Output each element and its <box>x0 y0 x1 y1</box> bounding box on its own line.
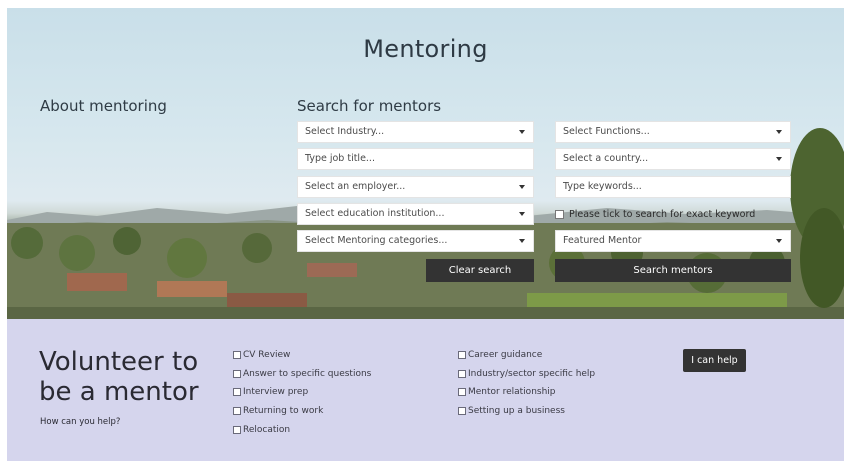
employer-select-value: Select an employer... <box>305 181 406 192</box>
mentoring-categories-select[interactable]: Select Mentoring categories... <box>297 230 534 252</box>
job-title-input[interactable]: Type job title... <box>297 148 534 170</box>
option-checkbox[interactable] <box>458 407 466 415</box>
volunteer-subtitle: How can you help? <box>40 417 121 427</box>
i-can-help-button[interactable]: I can help <box>683 349 746 372</box>
featured-mentor-value: Featured Mentor <box>563 235 642 246</box>
tree-foreground <box>790 128 844 308</box>
keywords-input[interactable]: Type keywords... <box>555 176 791 198</box>
mentoring-categories-value: Select Mentoring categories... <box>305 235 448 246</box>
help-option-returning-to-work[interactable]: Returning to work <box>233 406 323 416</box>
about-mentoring-link[interactable]: About mentoring <box>40 97 167 115</box>
help-option-cv-review[interactable]: CV Review <box>233 350 290 360</box>
chevron-down-icon <box>776 239 782 243</box>
chevron-down-icon <box>519 239 525 243</box>
option-checkbox[interactable] <box>233 351 241 359</box>
keywords-placeholder: Type keywords... <box>563 181 642 192</box>
option-label: Setting up a business <box>468 406 565 416</box>
option-label: Career guidance <box>468 350 543 360</box>
chevron-down-icon <box>519 130 525 134</box>
employer-select[interactable]: Select an employer... <box>297 176 534 198</box>
chevron-down-icon <box>776 130 782 134</box>
help-option-interview-prep[interactable]: Interview prep <box>233 387 308 397</box>
job-title-placeholder: Type job title... <box>305 153 375 164</box>
exact-keyword-label: Please tick to search for exact keyword <box>569 209 756 220</box>
help-option-setting-up-business[interactable]: Setting up a business <box>458 406 565 416</box>
option-checkbox[interactable] <box>458 351 466 359</box>
option-label: Answer to specific questions <box>243 369 372 379</box>
option-label: Relocation <box>243 425 291 435</box>
search-heading: Search for mentors <box>297 97 442 115</box>
volunteer-section: Volunteer to be a mentor How can you hel… <box>7 319 844 461</box>
help-option-industry-specific[interactable]: Industry/sector specific help <box>458 369 595 379</box>
clear-search-button[interactable]: Clear search <box>426 259 534 282</box>
featured-mentor-select[interactable]: Featured Mentor <box>555 230 791 252</box>
option-checkbox[interactable] <box>233 370 241 378</box>
volunteer-title-line2: be a mentor <box>39 377 199 407</box>
exact-keyword-checkbox[interactable] <box>555 210 564 219</box>
option-checkbox[interactable] <box>233 388 241 396</box>
functions-select-value: Select Functions... <box>563 126 650 137</box>
help-option-career-guidance[interactable]: Career guidance <box>458 350 542 360</box>
functions-select[interactable]: Select Functions... <box>555 121 791 143</box>
education-select[interactable]: Select education institution... <box>297 203 534 225</box>
option-checkbox[interactable] <box>458 370 466 378</box>
search-mentors-button[interactable]: Search mentors <box>555 259 791 282</box>
option-checkbox[interactable] <box>458 388 466 396</box>
country-select-value: Select a country... <box>563 153 649 164</box>
exact-keyword-option[interactable]: Please tick to search for exact keyword <box>555 209 755 220</box>
volunteer-title: Volunteer to be a mentor <box>39 347 199 407</box>
option-label: Mentor relationship <box>468 387 556 397</box>
chevron-down-icon <box>776 157 782 161</box>
hero-banner: Mentoring About mentoring Search for men… <box>7 8 844 319</box>
help-option-relocation[interactable]: Relocation <box>233 425 290 435</box>
industry-select-value: Select Industry... <box>305 126 385 137</box>
chevron-down-icon <box>519 185 525 189</box>
education-select-value: Select education institution... <box>305 208 445 219</box>
chevron-down-icon <box>519 212 525 216</box>
help-option-mentor-relationship[interactable]: Mentor relationship <box>458 387 556 397</box>
option-label: CV Review <box>243 350 291 360</box>
industry-select[interactable]: Select Industry... <box>297 121 534 143</box>
help-option-specific-questions[interactable]: Answer to specific questions <box>233 369 371 379</box>
page: Mentoring About mentoring Search for men… <box>0 0 844 461</box>
page-title: Mentoring <box>363 35 488 63</box>
country-select[interactable]: Select a country... <box>555 148 791 170</box>
option-label: Returning to work <box>243 406 324 416</box>
option-label: Industry/sector specific help <box>468 369 596 379</box>
volunteer-title-line1: Volunteer to <box>39 347 199 377</box>
option-checkbox[interactable] <box>233 426 241 434</box>
option-label: Interview prep <box>243 387 309 397</box>
option-checkbox[interactable] <box>233 407 241 415</box>
